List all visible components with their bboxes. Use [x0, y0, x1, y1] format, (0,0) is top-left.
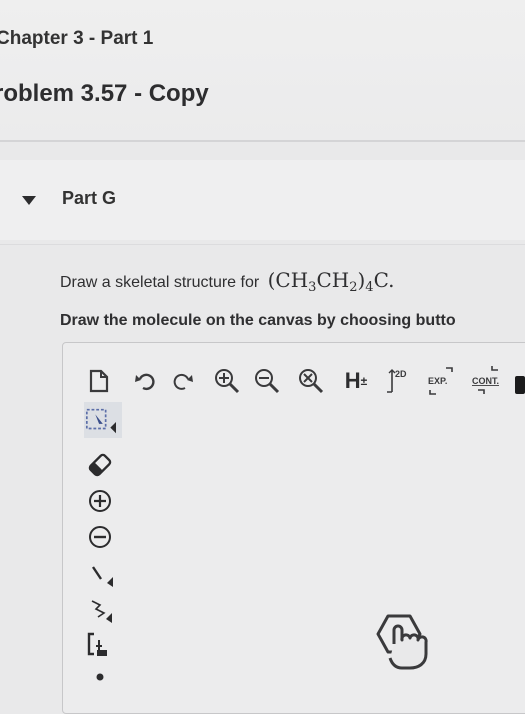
zoom-out-icon[interactable] [252, 366, 282, 396]
expand-label: EXP. [428, 376, 447, 386]
collapse-caret-icon[interactable] [22, 196, 36, 205]
select-lasso-icon[interactable] [84, 405, 116, 437]
formula-subscript: 4 [365, 280, 374, 295]
positive-charge-icon[interactable] [84, 485, 116, 517]
more-tools-icon[interactable] [84, 667, 116, 687]
header-area [0, 0, 525, 140]
drawing-canvas[interactable] [62, 342, 525, 714]
negative-charge-icon[interactable] [84, 521, 116, 553]
toolbar-overflow-tab[interactable] [515, 376, 525, 394]
divider [0, 244, 525, 245]
clean-2d-icon[interactable]: 2D [384, 366, 414, 396]
redo-icon[interactable] [168, 366, 198, 396]
formula-part: C. [373, 268, 395, 292]
formula-part: (CH [267, 268, 309, 292]
breadcrumb[interactable]: Chapter 3 - Part 1 [0, 28, 153, 50]
question-prompt: Draw a skeletal structure for (CH3CH2)4C… [60, 268, 395, 295]
explicit-hydrogen-icon[interactable]: H ± [338, 366, 374, 396]
h-label: H [344, 368, 361, 393]
reset-zoom-icon[interactable] [296, 366, 326, 396]
part-title[interactable]: Part G [62, 188, 116, 209]
bracket-icon[interactable] [84, 629, 116, 661]
zoom-in-icon[interactable] [212, 366, 242, 396]
chemical-formula: (CH3CH2)4C. [267, 268, 395, 295]
expand-icon[interactable]: EXP. [424, 366, 460, 396]
h-sup: ± [360, 374, 368, 388]
single-bond-icon[interactable] [84, 557, 116, 589]
eraser-icon[interactable] [84, 449, 116, 481]
divider [0, 140, 525, 142]
undo-icon[interactable] [130, 366, 160, 396]
prompt-text: Draw a skeletal structure for [60, 274, 264, 291]
new-document-icon[interactable] [84, 366, 114, 396]
formula-part: CH [316, 268, 350, 292]
instruction-text: Draw the molecule on the canvas by choos… [60, 312, 456, 329]
contract-label: CONT. [472, 376, 499, 386]
svg-text:2D: 2D [395, 369, 407, 379]
chain-icon[interactable] [84, 593, 116, 625]
contract-icon[interactable]: CONT. [468, 366, 508, 396]
page-title: roblem 3.57 - Copy [0, 80, 209, 107]
templates-icon[interactable] [370, 610, 440, 679]
